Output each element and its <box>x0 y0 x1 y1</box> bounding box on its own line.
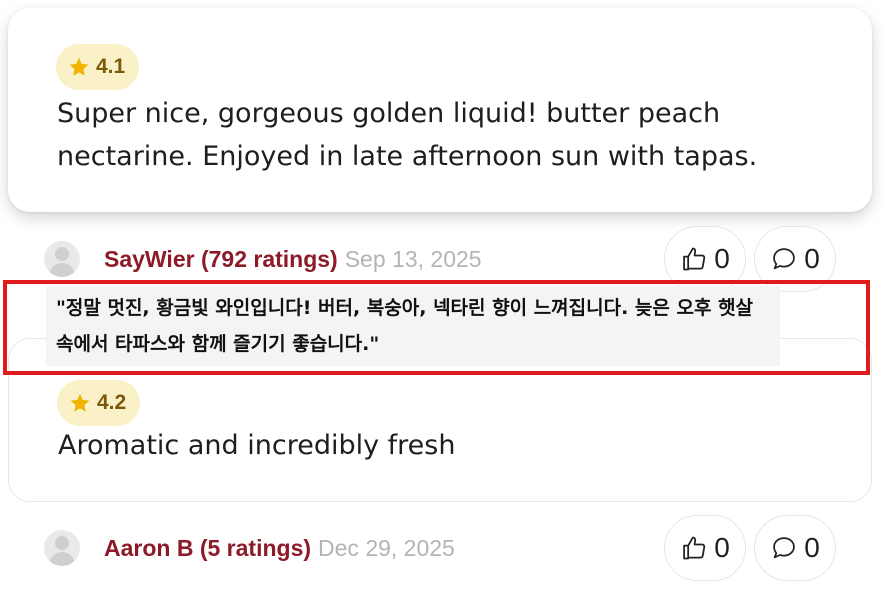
review-date: Sep 13, 2025 <box>344 245 482 272</box>
speech-bubble-icon <box>773 537 795 559</box>
rating-value: 4.1 <box>96 55 126 78</box>
reviewer-name-link[interactable]: SayWier (792 ratings) <box>104 246 338 273</box>
reviewer-name-link[interactable]: Aaron B (5 ratings) <box>104 535 311 562</box>
like-count: 0 <box>714 532 730 563</box>
review-date: Dec 29, 2025 <box>318 534 455 561</box>
star-icon <box>70 393 90 412</box>
rating-value: 4.2 <box>97 391 127 414</box>
highlight-box <box>3 280 870 375</box>
comment-count: 0 <box>804 532 820 563</box>
review-text: Aromatic and incredibly fresh <box>58 430 456 461</box>
like-count: 0 <box>714 243 730 274</box>
star-icon <box>69 57 89 76</box>
speech-bubble-icon <box>773 248 795 270</box>
rating-badge: 4.2 <box>57 380 141 426</box>
reviewer-row: SayWier (792 ratings) Sep 13, 2025 0 0 <box>44 226 836 292</box>
review-actions: 0 0 <box>664 515 836 581</box>
review-text: Super nice, gorgeous golden liquid! butt… <box>57 98 758 172</box>
comment-count: 0 <box>804 243 820 274</box>
avatar[interactable] <box>44 530 80 566</box>
rating-badge: 4.1 <box>56 44 140 90</box>
like-button[interactable]: 0 <box>664 515 746 581</box>
comment-button[interactable]: 0 <box>754 515 836 581</box>
reviewer-row: Aaron B (5 ratings) Dec 29, 2025 0 0 <box>44 515 836 581</box>
review-card: 4.1 Super nice, gorgeous golden liquid! … <box>8 8 872 212</box>
avatar[interactable] <box>44 241 80 277</box>
thumbs-up-icon <box>683 247 706 271</box>
thumbs-up-icon <box>683 536 706 560</box>
